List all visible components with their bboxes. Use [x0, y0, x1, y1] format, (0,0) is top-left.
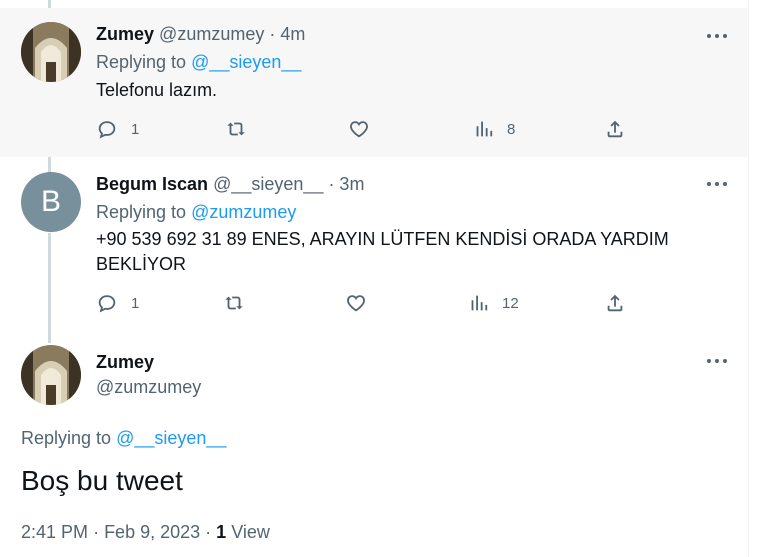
- main-tweet: Zumey @zumzumey Replying to @__sieyen__ …: [0, 337, 748, 557]
- user-handle[interactable]: @zumzumey: [159, 24, 264, 44]
- more-icon[interactable]: [706, 31, 728, 41]
- reply-icon: [98, 121, 116, 139]
- reply-tweet-1[interactable]: Zumey @zumzumey · 4m Replying to @__siey…: [0, 8, 748, 157]
- like-button[interactable]: [348, 118, 370, 140]
- avatar[interactable]: B: [21, 172, 81, 232]
- tweet-time[interactable]: 2:41 PM: [21, 522, 88, 542]
- tweet-text: Boş bu tweet: [21, 465, 183, 496]
- views-icon: [476, 121, 493, 137]
- like-button[interactable]: [345, 292, 367, 314]
- views-count: 8: [507, 120, 516, 138]
- reply-tweet-2[interactable]: B Begum Iscan @__sieyen__ · 3m Replying …: [0, 157, 748, 337]
- views-count: 12: [502, 294, 519, 312]
- reply-icon: [98, 295, 116, 313]
- like-icon: [347, 295, 365, 312]
- views-button[interactable]: 8: [472, 118, 515, 140]
- retweet-icon: [225, 296, 243, 310]
- tweet-meta: 2:41 PM · Feb 9, 2023 · 1 View: [21, 522, 270, 542]
- retweet-button[interactable]: [225, 118, 247, 140]
- tweet-date[interactable]: Feb 9, 2023: [104, 522, 200, 542]
- more-icon[interactable]: [706, 179, 728, 189]
- replying-to: Replying to @__sieyen__: [96, 52, 302, 72]
- replying-to: Replying to @__sieyen__: [21, 428, 227, 448]
- tweet-text: Telefonu lazım.: [96, 80, 218, 100]
- views-count: 1: [216, 522, 227, 542]
- views-label: View: [231, 522, 270, 542]
- replying-to-link[interactable]: @__sieyen__: [116, 428, 226, 448]
- more-icon[interactable]: [706, 356, 728, 366]
- reply-count: 1: [131, 120, 140, 138]
- tweet-header: Begum Iscan @__sieyen__ · 3m: [96, 174, 364, 195]
- share-button[interactable]: [604, 118, 626, 140]
- timeline-border: [748, 0, 749, 557]
- replying-to-link[interactable]: @__sieyen__: [191, 52, 301, 72]
- reply-button[interactable]: 1: [96, 292, 139, 314]
- tweet-actions: 1 12: [96, 292, 656, 316]
- timestamp[interactable]: · 3m: [328, 174, 364, 194]
- retweet-button[interactable]: [223, 292, 245, 314]
- avatar[interactable]: [21, 345, 81, 405]
- replying-to-link[interactable]: @zumzumey: [191, 202, 296, 222]
- user-handle[interactable]: @__sieyen__: [213, 174, 323, 194]
- tweet-header: Zumey @zumzumey · 4m: [96, 24, 305, 45]
- display-name[interactable]: Zumey: [96, 24, 154, 44]
- user-handle[interactable]: @zumzumey: [96, 377, 201, 398]
- retweet-icon: [227, 122, 245, 136]
- like-icon: [350, 121, 368, 138]
- display-name[interactable]: Begum Iscan: [96, 174, 208, 194]
- reply-count: 1: [131, 294, 140, 312]
- timestamp[interactable]: · 4m: [269, 24, 305, 44]
- reply-button[interactable]: 1: [96, 118, 139, 140]
- share-icon: [607, 120, 623, 138]
- views-icon: [471, 295, 488, 311]
- views-button[interactable]: 12: [467, 292, 519, 314]
- tweet-text: +90 539 692 31 89 ENES, ARAYIN LÜTFEN KE…: [96, 229, 669, 274]
- avatar[interactable]: [21, 22, 81, 82]
- tweet-actions: 1 8: [96, 118, 656, 142]
- display-name[interactable]: Zumey: [96, 352, 154, 373]
- share-button[interactable]: [604, 292, 626, 314]
- replying-to: Replying to @zumzumey: [96, 202, 297, 222]
- share-icon: [607, 294, 623, 312]
